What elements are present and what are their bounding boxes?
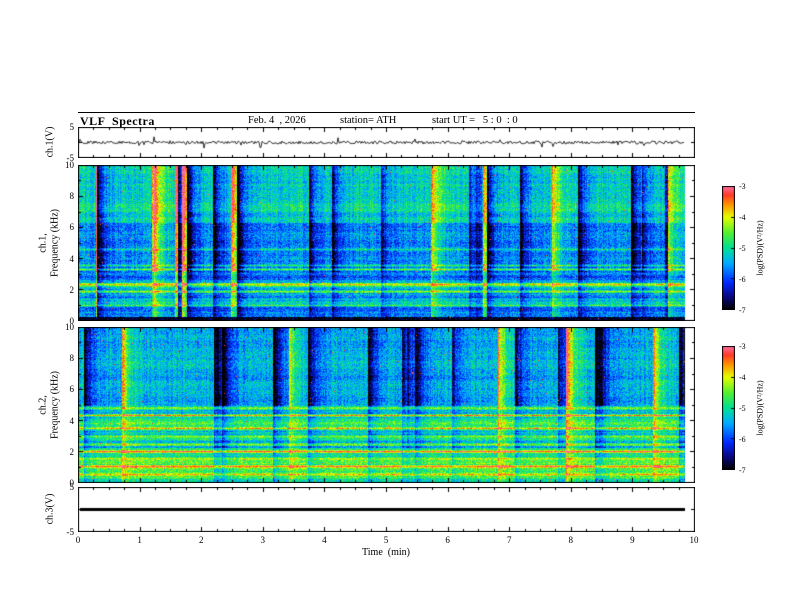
colorbar-ch1 (722, 186, 735, 310)
voltage-tick-label: 5 (69, 482, 75, 492)
freq-tick-label: 4 (69, 415, 75, 426)
colorbar-tick-label: -4 (739, 373, 746, 382)
freq-tick-label: 8 (69, 191, 75, 202)
header-rule (78, 112, 695, 113)
colorbar-tick-label: -3 (739, 342, 746, 351)
time-tick-label: 6 (445, 535, 450, 545)
time-tick-label: 4 (322, 535, 327, 545)
freq-tick-label: 8 (69, 353, 75, 364)
ch2-spectrogram (78, 327, 695, 483)
colorbar-ch2-label: log(PSD)(V²/Hz) (755, 380, 765, 436)
colorbar-ch1-label: log(PSD)(V²/Hz) (755, 220, 765, 276)
colorbar-tick-label: -3 (739, 182, 746, 191)
colorbar-ch2 (722, 346, 735, 470)
header-date: Feb. 4 , 2026 (248, 115, 306, 126)
ch2-spectrogram-ylabel: ch.2, Frequency (kHz) (37, 370, 61, 440)
colorbar-tick-label: -4 (739, 213, 746, 222)
header-station: station= ATH (340, 115, 397, 126)
header-start-ut: start UT = 5 : 0 : 0 (432, 115, 518, 126)
ch3-waveform-ylabel: ch.3(V) (44, 493, 56, 525)
vlf-spectra-figure: VLF Spectra Feb. 4 , 2026 station= ATH s… (0, 0, 792, 612)
time-tick-label: 3 (260, 535, 266, 545)
freq-tick-label: 2 (69, 284, 75, 295)
time-tick-label: 2 (198, 535, 204, 545)
time-tick-label: 5 (383, 535, 389, 545)
freq-tick-label: 4 (69, 253, 75, 264)
colorbar-tick-label: -6 (739, 435, 746, 444)
time-tick-label: 1 (137, 535, 142, 545)
time-tick-label: 0 (75, 535, 81, 545)
ch1-spectrogram (78, 165, 695, 321)
time-axis-label: Time (min) (362, 547, 410, 558)
colorbar-tick-label: -5 (739, 404, 746, 413)
voltage-tick-label: -5 (66, 527, 75, 537)
time-tick-label: 9 (630, 535, 635, 545)
voltage-tick-label: -5 (66, 153, 75, 163)
colorbar-tick-label: -5 (739, 244, 746, 253)
freq-tick-label: 6 (69, 222, 75, 233)
ch1-spectrogram-ylabel: ch.1, Frequency (kHz) (37, 208, 61, 278)
time-tick-label: 7 (506, 535, 512, 545)
ch3-waveform-plot (78, 487, 695, 532)
colorbar-tick-label: -6 (739, 275, 746, 284)
voltage-tick-label: 5 (69, 122, 75, 132)
time-tick-label: 8 (568, 535, 574, 545)
freq-tick-label: 2 (69, 446, 75, 457)
ch1-waveform-plot (78, 127, 695, 158)
colorbar-tick-label: -7 (739, 306, 746, 315)
colorbar-tick-label: -7 (739, 466, 746, 475)
freq-tick-label: 10 (65, 322, 74, 332)
time-tick-label: 10 (689, 535, 699, 545)
freq-tick-label: 6 (69, 384, 75, 395)
